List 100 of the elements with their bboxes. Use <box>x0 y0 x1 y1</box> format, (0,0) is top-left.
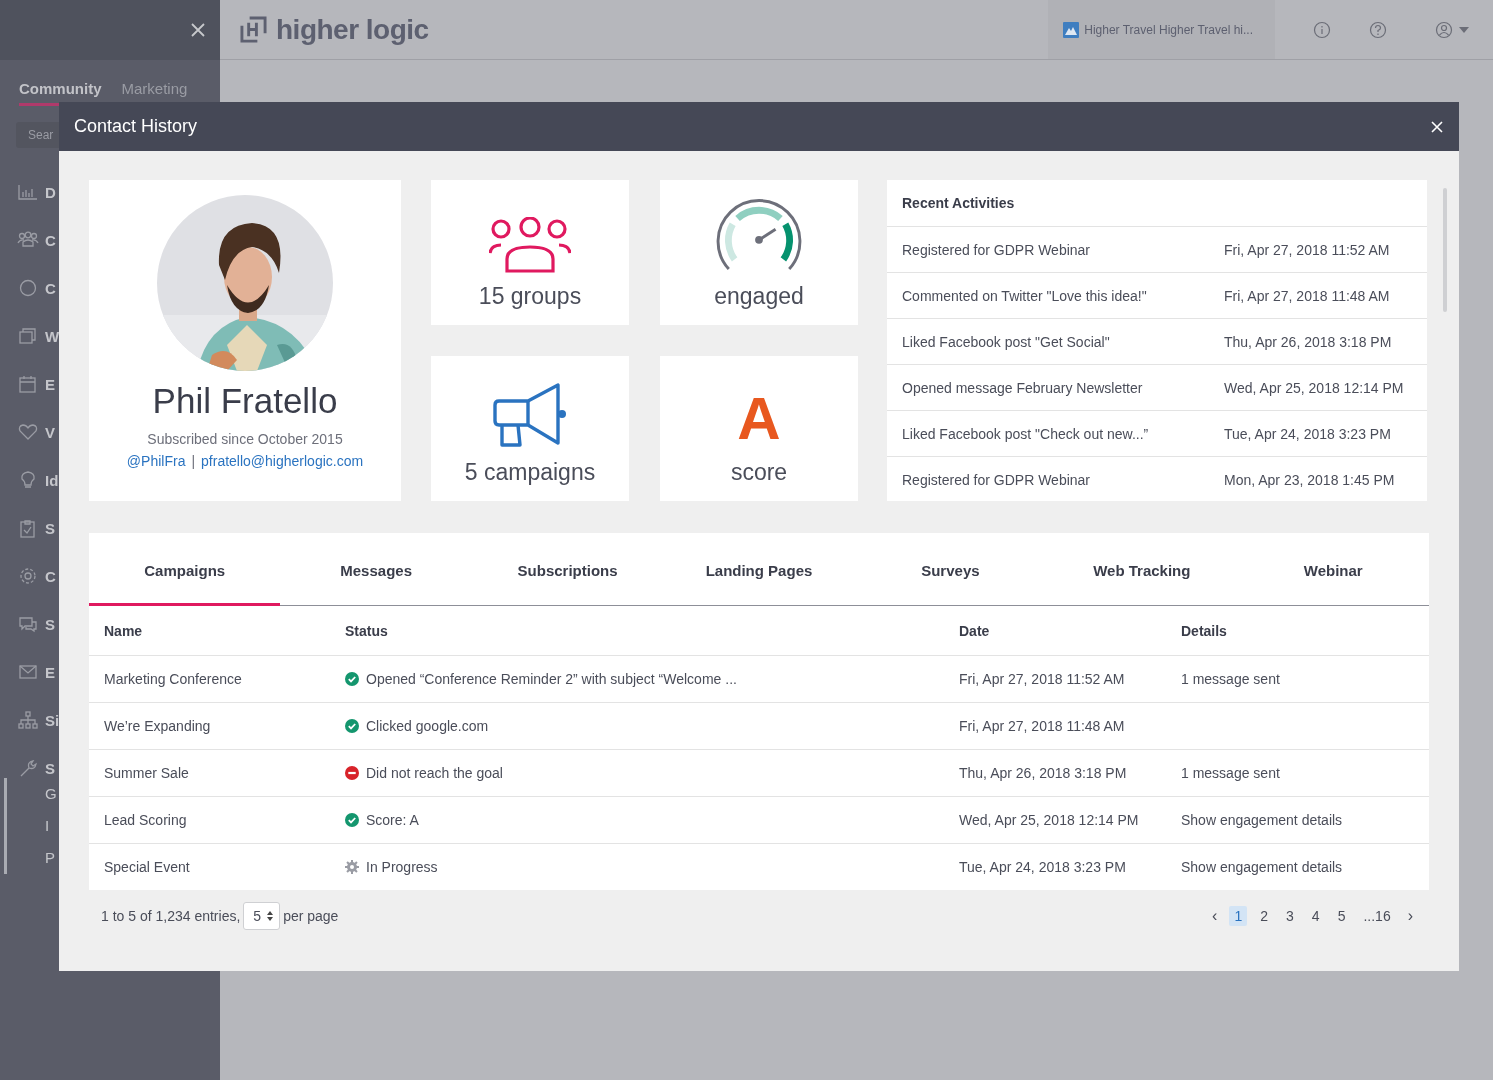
sidebar-item[interactable]: C <box>45 567 56 585</box>
subscription-text: Subscribed since October 2015 <box>147 431 343 447</box>
sidebar-item[interactable]: C <box>45 231 56 249</box>
column-header: Status <box>344 622 389 639</box>
logo-icon <box>240 16 267 43</box>
status-text: In Progress <box>366 859 438 875</box>
grade-letter: A <box>737 389 781 449</box>
people-icon <box>17 230 39 250</box>
activity-text: Registered for GDPR Webinar <box>902 241 1092 258</box>
table-cell-text: Show engagement details <box>1180 812 1344 828</box>
table-cell-text: Show engagement details <box>1180 859 1344 875</box>
sidebar-item[interactable]: S <box>45 519 55 537</box>
check-circle-icon <box>345 813 359 827</box>
heart-icon <box>17 422 39 442</box>
close-icon <box>190 22 206 38</box>
logo-text: higher logic <box>276 13 429 46</box>
activity-text: Liked Facebook post "Get Social" <box>902 333 1111 350</box>
windows-icon <box>17 326 39 346</box>
sidebar-item[interactable]: E <box>45 663 55 681</box>
activity-date: Fri, Apr 27, 2018 11:52 AM <box>1224 241 1391 258</box>
sidebar-subitem[interactable]: I <box>7 810 50 842</box>
modal-title: Contact History <box>74 116 198 137</box>
table-cell-text: We’re Expanding <box>103 718 212 734</box>
search-field[interactable]: Sear <box>16 122 59 148</box>
tab[interactable]: Messages <box>280 533 472 606</box>
table-cell-text: Lead Scoring <box>103 812 188 828</box>
table-cell-text: Fri, Apr 27, 2018 11:52 AM <box>958 671 1126 687</box>
activity-date: Tue, Apr 24, 2018 3:23 PM <box>1224 425 1392 442</box>
column-header: Details <box>1180 622 1228 639</box>
table-cell-text: 1 message sent <box>1180 765 1281 781</box>
image-icon <box>1063 21 1080 38</box>
organization-name[interactable]: Higher Travel Higher Travel hi... <box>1084 22 1253 37</box>
sidebar-item[interactable]: S <box>45 759 55 777</box>
activity-date: Fri, Apr 27, 2018 11:48 AM <box>1224 287 1391 304</box>
page-button[interactable]: 5 <box>1332 906 1351 926</box>
page-button[interactable]: 3 <box>1281 906 1299 926</box>
status-text: Score: A <box>366 812 419 828</box>
scrollbar[interactable] <box>1443 188 1447 312</box>
gear-icon <box>345 860 359 874</box>
sidebar-item[interactable]: E <box>45 375 55 393</box>
status-text: Clicked google.com <box>366 718 489 734</box>
activity-text: Registered for GDPR Webinar <box>902 471 1092 488</box>
sidebar-item[interactable]: S <box>45 615 55 633</box>
page-button[interactable]: 4 <box>1306 906 1325 926</box>
calendar-icon <box>17 374 39 394</box>
email-link[interactable]: pfratello@higherlogic.com <box>201 453 364 469</box>
table-cell-text: Tue, Apr 24, 2018 3:23 PM <box>958 859 1127 875</box>
activity-date: Mon, Apr 23, 2018 1:45 PM <box>1224 471 1396 488</box>
status-text: Did not reach the goal <box>366 765 503 781</box>
tab[interactable]: Campaigns <box>89 533 281 606</box>
sidebar-item[interactable]: W <box>45 327 60 345</box>
gear-icon <box>17 566 39 586</box>
circle-icon <box>17 278 39 298</box>
megaphone-icon <box>492 383 568 449</box>
speedometer-icon <box>715 197 803 273</box>
tab[interactable]: Surveys <box>854 533 1047 606</box>
panel-title: Recent Activities <box>887 180 1427 227</box>
page-button[interactable]: 1 <box>1229 906 1248 926</box>
page-button[interactable]: ...16 <box>1358 906 1396 926</box>
sidebar-item[interactable]: C <box>45 279 56 297</box>
column-header: Name <box>103 622 144 639</box>
no-entry-icon <box>345 766 359 780</box>
separator: | <box>191 453 196 469</box>
status-text: Opened “Conference Reminder 2” with subject “Welcome ... <box>366 671 737 687</box>
activity-text: Commented on Twitter "Love this idea!" <box>902 287 1148 304</box>
sort-icon <box>267 911 274 921</box>
caret-icon <box>1459 26 1469 33</box>
handle-link[interactable]: @PhilFra <box>126 453 186 469</box>
close-icon <box>1431 120 1443 133</box>
people-icon <box>489 217 571 273</box>
mail-icon <box>17 662 39 682</box>
sidebar-item[interactable]: V <box>45 423 55 441</box>
per-page-label: per page <box>283 908 339 924</box>
user-icon <box>1435 20 1453 39</box>
stat-label: 15 groups <box>477 283 583 310</box>
sidebar-subitem[interactable]: G <box>7 778 57 810</box>
tab[interactable]: Webinar <box>1237 533 1429 606</box>
page-button[interactable]: 2 <box>1255 906 1274 926</box>
tab[interactable]: Web Tracking <box>1046 533 1238 606</box>
table-cell-text: Special Event <box>103 859 191 875</box>
bar-chart-icon <box>17 182 39 202</box>
sitemap-icon <box>17 710 39 730</box>
sidebar-item[interactable]: D <box>45 183 56 201</box>
previous-page-button[interactable]: ‹ <box>1208 907 1222 925</box>
table-cell-text: Summer Sale <box>103 765 190 781</box>
sidebar-item[interactable]: Id <box>45 471 59 489</box>
sidebar-tab[interactable]: Marketing <box>121 80 188 106</box>
info-icon <box>1313 20 1331 39</box>
next-page-button[interactable]: › <box>1403 907 1417 925</box>
per-page-select[interactable]: 5 <box>243 902 281 930</box>
contact-name: Phil Fratello <box>152 381 338 421</box>
tab[interactable]: Landing Pages <box>663 533 855 606</box>
tab[interactable]: Subscriptions <box>471 533 664 606</box>
stat-label: score <box>729 459 789 486</box>
column-header: Date <box>958 622 991 639</box>
check-circle-icon <box>345 672 359 686</box>
sidebar-subitem[interactable]: P <box>7 842 55 874</box>
chat-icon <box>17 614 39 634</box>
table-cell-text: Fri, Apr 27, 2018 11:48 AM <box>958 718 1126 734</box>
sidebar-item[interactable]: Si <box>45 711 60 729</box>
